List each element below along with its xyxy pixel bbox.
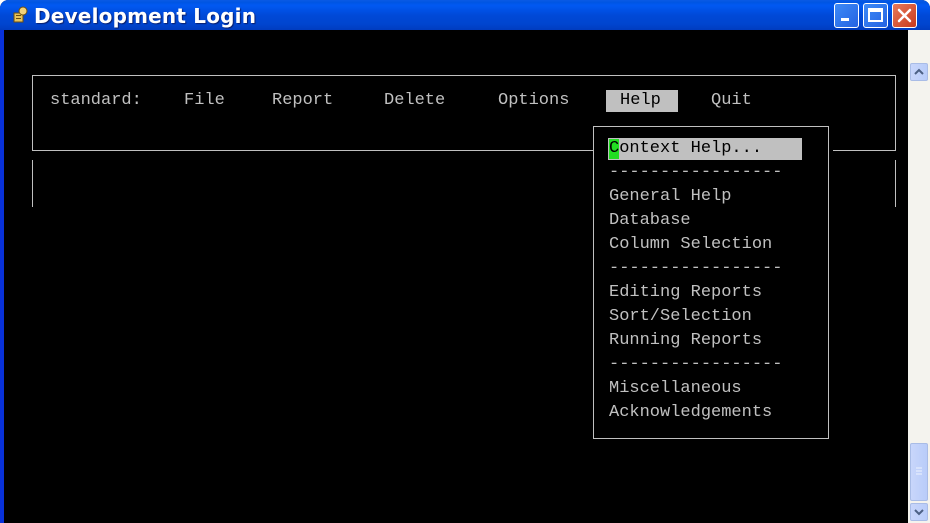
grip-icon bbox=[916, 467, 922, 475]
chevron-up-icon bbox=[914, 68, 924, 75]
scrollbar-thumb[interactable] bbox=[910, 443, 928, 501]
menu-item-quit[interactable]: Quit bbox=[711, 91, 752, 111]
maximize-icon bbox=[868, 8, 883, 22]
scroll-down-button[interactable] bbox=[910, 503, 928, 521]
key-icon bbox=[13, 6, 28, 23]
menu-item-report[interactable]: Report bbox=[272, 91, 333, 111]
help-item-acknowledgements[interactable]: Acknowledgements bbox=[609, 403, 772, 423]
help-item-running-reports[interactable]: Running Reports bbox=[609, 331, 762, 351]
chevron-down-icon bbox=[914, 509, 924, 516]
menu-item-file[interactable]: File bbox=[184, 91, 225, 111]
help-separator: ----------------- bbox=[609, 355, 783, 374]
terminal-screen[interactable]: standard: File Report Delete Options Hel… bbox=[4, 30, 908, 523]
frame-line bbox=[895, 160, 896, 207]
menu-item-help[interactable]: Help bbox=[620, 91, 661, 111]
close-button[interactable] bbox=[892, 3, 917, 28]
menu-item-options[interactable]: Options bbox=[498, 91, 569, 111]
menu-frame-divider bbox=[32, 150, 594, 151]
minimize-icon bbox=[841, 18, 849, 21]
help-item-miscellaneous[interactable]: Miscellaneous bbox=[609, 379, 742, 399]
application-window: Development Login standard: File Report bbox=[0, 0, 930, 523]
scroll-up-button[interactable] bbox=[910, 63, 928, 81]
help-item-column-selection[interactable]: Column Selection bbox=[609, 235, 772, 255]
window-title: Development Login bbox=[34, 4, 257, 28]
help-item-context-help[interactable]: Context Help... bbox=[609, 139, 762, 159]
help-item-database[interactable]: Database bbox=[609, 211, 691, 231]
help-item-general-help[interactable]: General Help bbox=[609, 187, 731, 207]
maximize-button[interactable] bbox=[863, 3, 888, 28]
close-icon bbox=[897, 8, 912, 23]
help-separator: ----------------- bbox=[609, 259, 783, 278]
minimize-button[interactable] bbox=[834, 3, 859, 28]
title-bar[interactable]: Development Login bbox=[0, 0, 930, 30]
help-separator: ----------------- bbox=[609, 163, 783, 182]
menu-frame-divider bbox=[833, 150, 896, 151]
menubar-prompt: standard: bbox=[50, 91, 142, 110]
help-item-sort-selection[interactable]: Sort/Selection bbox=[609, 307, 752, 327]
menu-item-delete[interactable]: Delete bbox=[384, 91, 445, 111]
frame-line bbox=[32, 160, 33, 207]
help-item-editing-reports[interactable]: Editing Reports bbox=[609, 283, 762, 303]
